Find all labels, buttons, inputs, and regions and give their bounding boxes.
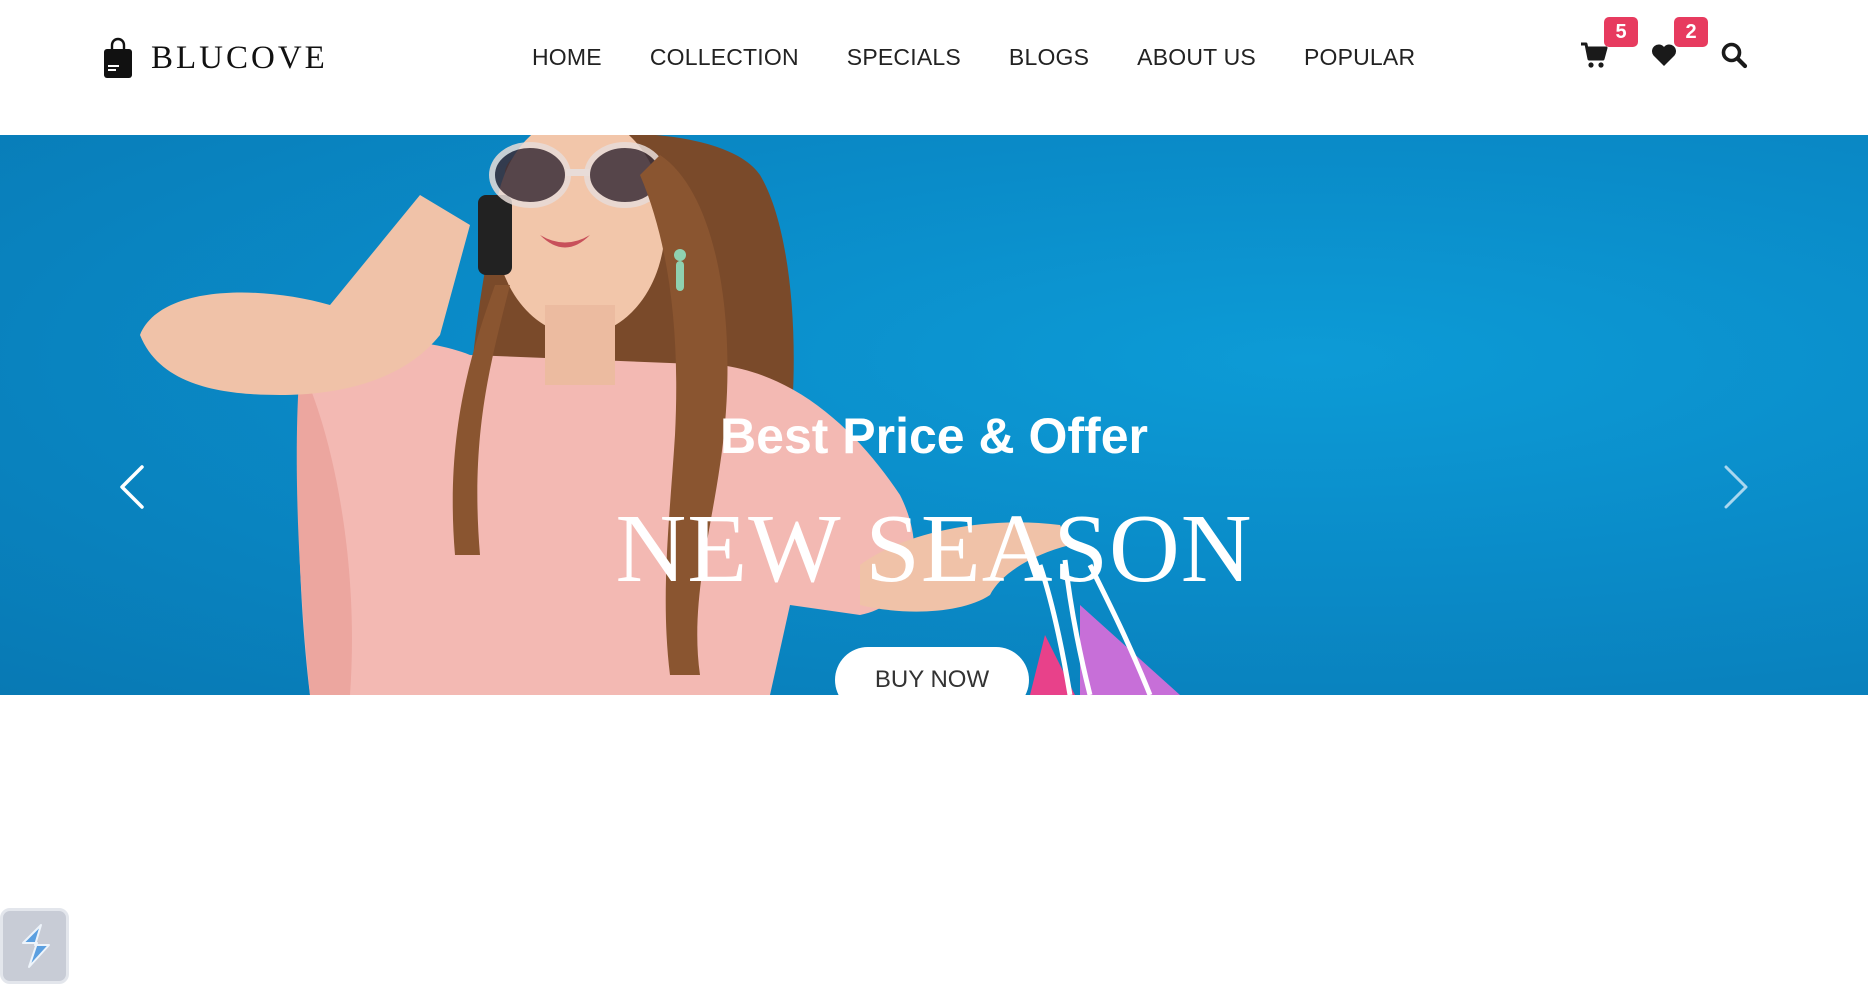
search-button[interactable] (1720, 41, 1750, 71)
search-icon (1721, 42, 1748, 69)
main-nav: HOME COLLECTION SPECIALS BLOGS ABOUT US … (532, 40, 1415, 74)
hero-slider: Best Price & Offer NEW SEASON BUY NOW (0, 135, 1868, 695)
nav-item-blogs[interactable]: BLOGS (1009, 44, 1089, 71)
brand-logo[interactable]: BLUCOVE (103, 36, 328, 80)
chevron-right-icon (1724, 465, 1748, 509)
nav-item-collection[interactable]: COLLECTION (650, 44, 799, 71)
header-actions: 5 2 (1580, 17, 1750, 74)
brand-name: BLUCOVE (151, 39, 328, 76)
buy-now-button[interactable]: BUY NOW (835, 647, 1029, 695)
cart-icon (1581, 42, 1608, 68)
hero-title: NEW SEASON (615, 495, 1253, 603)
hero-subtitle: Best Price & Offer (720, 408, 1148, 464)
cart-count-badge: 5 (1604, 17, 1638, 47)
nav-item-about-us[interactable]: ABOUT US (1137, 44, 1256, 71)
shopping-bag-icon (104, 37, 132, 78)
page: BLUCOVE HOME COLLECTION SPECIALS BLOGS A… (0, 0, 1868, 987)
slider-next-button[interactable] (1722, 463, 1752, 511)
heart-icon (1651, 44, 1677, 66)
wishlist-button[interactable]: 2 (1650, 17, 1708, 71)
floating-widget-button[interactable] (0, 908, 69, 984)
nav-item-home[interactable]: HOME (532, 44, 602, 71)
cart-button[interactable]: 5 (1580, 17, 1638, 71)
chevron-left-icon (120, 465, 144, 509)
nav-item-specials[interactable]: SPECIALS (847, 44, 961, 71)
slider-prev-button[interactable] (116, 463, 146, 511)
app-widget-icon (21, 924, 50, 968)
wishlist-count-badge: 2 (1674, 17, 1708, 47)
site-header: BLUCOVE HOME COLLECTION SPECIALS BLOGS A… (0, 0, 1868, 135)
nav-item-popular[interactable]: POPULAR (1304, 44, 1415, 71)
